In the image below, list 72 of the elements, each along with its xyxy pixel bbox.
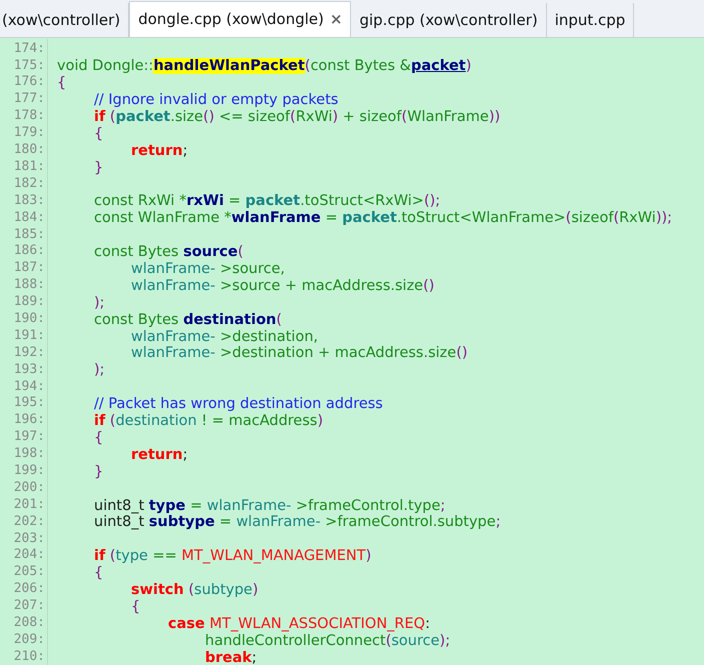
line-number: 182:	[0, 174, 48, 194]
code-line: break;	[205, 650, 257, 665]
line-number: 175:	[0, 56, 48, 76]
code-line: const RxWi *rxWi = packet.toStruct<RxWi>();	[94, 193, 440, 210]
line-number: 184:	[0, 208, 48, 228]
code-line: if (packet.size() <= sizeof(RxWi) + sizeof(WlanFrame))	[94, 109, 500, 126]
code-line: );	[94, 362, 105, 378]
tab[interactable]: gip.cpp (xow\controller)	[351, 3, 547, 37]
code-line: wlanFrame- >destination + macAddress.size()	[131, 345, 468, 362]
line-number: 191:	[0, 326, 48, 346]
code-line: // Packet has wrong destination address	[94, 396, 383, 412]
code-line: // Ignore invalid or empty packets	[94, 92, 338, 108]
line-number: 189:	[0, 292, 48, 312]
code-line: wlanFrame- >source + macAddress.size()	[131, 278, 434, 294]
code-line: uint8_t type = wlanFrame- >frameControl.type;	[94, 498, 446, 514]
line-number: 208:	[0, 612, 48, 632]
code-line: {	[57, 75, 66, 92]
code-line: case MT_WLAN_ASSOCIATION_REQ:	[168, 616, 430, 632]
code-line: const WlanFrame *wlanFrame = packet.toStruct<WlanFrame>(sizeof(RxWi));	[94, 210, 672, 226]
line-number: 179:	[0, 123, 48, 143]
code-line: {	[131, 598, 140, 615]
line-number: 200:	[0, 478, 48, 498]
code-line: const Bytes source(	[94, 244, 244, 260]
line-number: 186:	[0, 241, 48, 261]
line-number: 193:	[0, 360, 48, 380]
line-number: 185:	[0, 224, 48, 244]
code-line: }	[94, 464, 104, 480]
line-number: 197:	[0, 427, 48, 447]
line-number: 178:	[0, 106, 48, 126]
line-number: 188:	[0, 275, 48, 295]
code-line: return;	[131, 142, 188, 159]
line-number: 196:	[0, 410, 48, 430]
code-line: wlanFrame- >source,	[131, 261, 285, 278]
line-number: 181:	[0, 156, 48, 176]
line-number: 195:	[0, 393, 48, 413]
tab[interactable]: input.cpp	[546, 3, 634, 37]
line-number: 187:	[0, 258, 48, 278]
line-number: 174:	[0, 38, 48, 58]
line-number: 176:	[0, 72, 48, 92]
code-line: wlanFrame- >destination,	[131, 328, 318, 345]
code-line: {	[94, 565, 104, 582]
line-number: 199:	[0, 460, 48, 480]
line-number: 204:	[0, 545, 48, 565]
close-icon[interactable]: ×	[330, 8, 342, 31]
line-number: 210:	[0, 646, 48, 665]
code-line: void Dongle::handleWlanPacket(const Bytes &packet)	[57, 58, 472, 74]
code-line: handleControllerConnect(source);	[205, 632, 450, 649]
line-number: 207:	[0, 596, 48, 616]
code-line: {	[94, 430, 104, 446]
code-line: if (type == MT_WLAN_MANAGEMENT)	[94, 548, 372, 564]
code-line: return;	[131, 446, 188, 463]
line-number: 203:	[0, 528, 48, 548]
line-number: 202:	[0, 512, 48, 532]
line-number: 209:	[0, 630, 48, 650]
line-number: 177:	[0, 89, 48, 109]
line-number: 201:	[0, 494, 48, 514]
line-number: 180:	[0, 140, 48, 160]
code-line: {	[94, 126, 104, 142]
line-number: 192:	[0, 342, 48, 362]
line-number: 194:	[0, 376, 48, 396]
line-number: 190:	[0, 308, 48, 328]
code-line: uint8_t subtype = wlanFrame- >frameControl.subtype;	[94, 514, 501, 530]
line-number: 205:	[0, 562, 48, 582]
line-number: 206:	[0, 579, 48, 599]
code-line: );	[94, 294, 105, 311]
code-line: switch (subtype)	[131, 582, 258, 598]
code-line: const Bytes destination(	[94, 312, 282, 328]
code-line: if (destination ! = macAddress)	[94, 413, 324, 430]
line-number: 183:	[0, 190, 48, 210]
line-number: 198:	[0, 444, 48, 464]
code-line: }	[94, 160, 104, 176]
tab[interactable]: dongle.cpp (xow\dongle) ×	[129, 1, 352, 37]
